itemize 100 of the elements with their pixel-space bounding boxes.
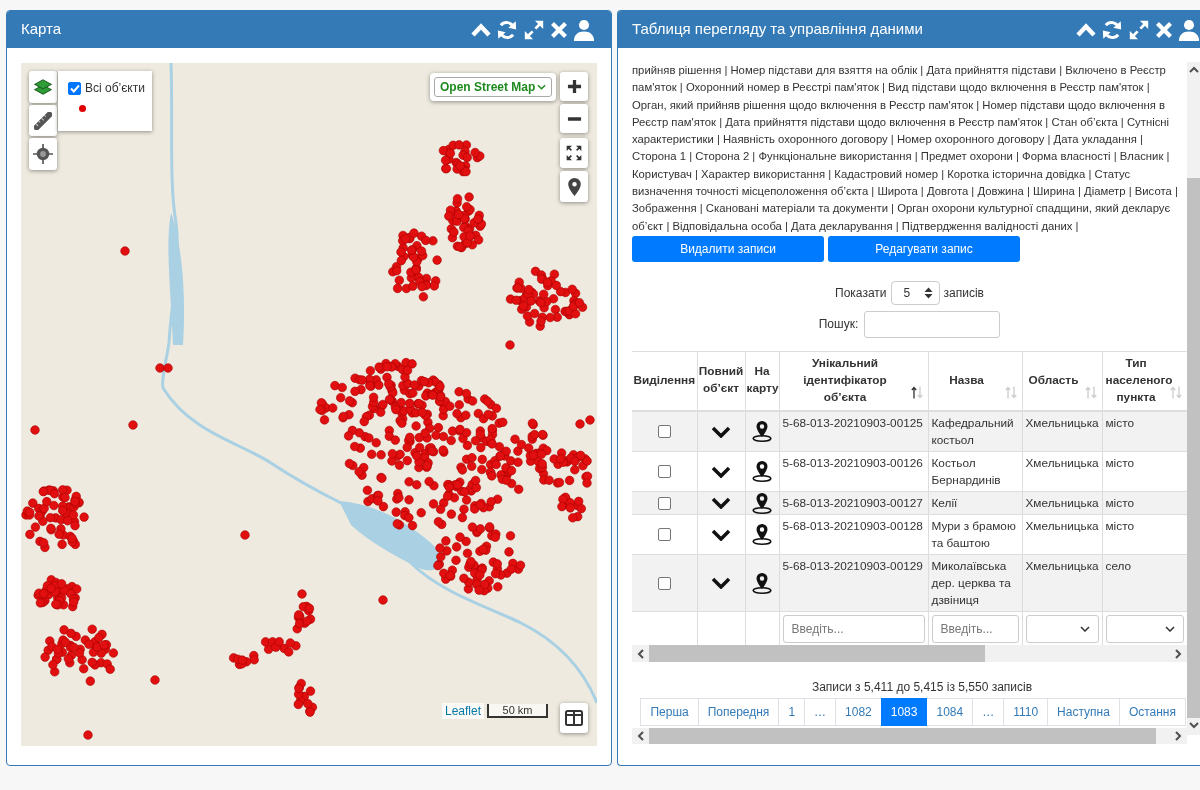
marker-cluster[interactable] bbox=[487, 417, 552, 494]
filter-input[interactable]: Введіть... bbox=[931, 614, 1019, 643]
user-icon[interactable] bbox=[573, 18, 595, 41]
map-marker[interactable] bbox=[155, 363, 165, 373]
chevron-down-icon[interactable] bbox=[711, 465, 731, 478]
user-icon[interactable] bbox=[1178, 18, 1200, 41]
marker-cluster[interactable] bbox=[557, 492, 586, 523]
marker-cluster[interactable] bbox=[444, 192, 486, 253]
checkbox[interactable] bbox=[657, 465, 671, 479]
scroll-right-icon[interactable] bbox=[1175, 731, 1182, 742]
page-link[interactable]: 1 bbox=[778, 698, 806, 727]
map-marker[interactable] bbox=[163, 363, 173, 373]
page-link[interactable]: Перша bbox=[640, 698, 699, 727]
chevron-up-icon[interactable] bbox=[471, 22, 491, 37]
marker-cluster[interactable] bbox=[21, 485, 89, 552]
search-input[interactable] bbox=[864, 310, 1001, 338]
marker-cluster[interactable] bbox=[261, 637, 301, 657]
scroll-up-icon[interactable] bbox=[1188, 66, 1199, 73]
filter-input[interactable]: Введіть... bbox=[782, 614, 925, 643]
checkbox[interactable] bbox=[657, 496, 671, 510]
map-pin-icon[interactable] bbox=[752, 571, 772, 594]
map-marker[interactable] bbox=[150, 675, 160, 685]
chevron-up-icon[interactable] bbox=[1076, 22, 1096, 37]
chevron-down-icon[interactable] bbox=[711, 425, 731, 438]
map-marker[interactable] bbox=[120, 246, 130, 256]
marker-cluster[interactable] bbox=[33, 575, 82, 612]
marker-cluster[interactable] bbox=[438, 140, 485, 177]
marker-button[interactable] bbox=[560, 171, 588, 202]
marker-cluster[interactable] bbox=[562, 298, 588, 319]
map-marker[interactable] bbox=[505, 340, 515, 350]
chevron-down-icon[interactable] bbox=[711, 528, 731, 541]
checkbox[interactable] bbox=[657, 425, 671, 439]
horizontal-scrollbar[interactable] bbox=[632, 645, 1187, 663]
map-marker[interactable] bbox=[378, 595, 388, 605]
basemap-select[interactable]: Open Street Map bbox=[434, 77, 552, 97]
map-pin-icon[interactable] bbox=[752, 460, 772, 483]
chevron-down-icon[interactable] bbox=[711, 497, 731, 510]
scroll-left-icon[interactable] bbox=[637, 731, 644, 742]
scrollbar-thumb[interactable] bbox=[649, 645, 985, 663]
action-button[interactable]: Редагувати запис bbox=[828, 235, 1020, 262]
map-pin-icon[interactable] bbox=[752, 523, 772, 546]
layer-label[interactable]: Всі об’єкти bbox=[85, 81, 145, 96]
page-link[interactable]: … bbox=[804, 698, 837, 727]
refresh-icon[interactable] bbox=[496, 18, 518, 41]
fullscreen-button[interactable] bbox=[560, 138, 588, 168]
page-link[interactable]: Наступна bbox=[1047, 698, 1120, 727]
checkbox[interactable] bbox=[68, 82, 81, 95]
marker-cluster[interactable] bbox=[433, 522, 526, 596]
marker-cluster[interactable] bbox=[315, 381, 357, 425]
marker-cluster[interactable] bbox=[505, 266, 581, 331]
column-header[interactable]: Область bbox=[1022, 351, 1102, 411]
close-icon[interactable] bbox=[550, 20, 568, 39]
checkbox[interactable] bbox=[657, 528, 671, 542]
page-link[interactable]: 1082 bbox=[835, 698, 882, 727]
column-header[interactable]: Назва bbox=[928, 351, 1022, 411]
page-link[interactable]: Попередня bbox=[697, 698, 780, 727]
measure-button[interactable] bbox=[29, 105, 57, 136]
marker-cluster[interactable] bbox=[292, 601, 316, 634]
page-link[interactable]: 1083 bbox=[880, 698, 928, 727]
marker-cluster[interactable] bbox=[229, 651, 259, 669]
split-view-button[interactable] bbox=[560, 703, 588, 733]
expand-icon[interactable] bbox=[523, 18, 545, 41]
layers-button[interactable] bbox=[29, 71, 57, 103]
vertical-scrollbar[interactable] bbox=[1187, 62, 1200, 735]
marker-cluster[interactable] bbox=[293, 678, 317, 717]
map-marker[interactable] bbox=[575, 419, 585, 429]
map-marker[interactable] bbox=[240, 530, 250, 540]
zoom-out-button[interactable] bbox=[560, 104, 588, 133]
scrollbar-thumb[interactable] bbox=[1187, 178, 1200, 718]
map-marker[interactable] bbox=[297, 589, 307, 599]
map-marker[interactable] bbox=[30, 425, 40, 435]
map-marker[interactable] bbox=[128, 420, 138, 430]
map-marker[interactable] bbox=[435, 543, 445, 553]
marker-cluster[interactable] bbox=[350, 358, 446, 418]
page-size-select[interactable]: 5 bbox=[890, 280, 940, 305]
map-pin-icon[interactable] bbox=[752, 420, 772, 443]
scroll-right-icon[interactable] bbox=[1175, 648, 1182, 659]
page-link[interactable]: Остання bbox=[1118, 698, 1186, 727]
zoom-in-button[interactable] bbox=[560, 72, 588, 101]
marker-cluster[interactable] bbox=[537, 448, 593, 488]
chevron-down-icon[interactable] bbox=[711, 577, 731, 590]
page-link[interactable]: … bbox=[972, 698, 1005, 727]
map-marker[interactable] bbox=[83, 730, 93, 740]
locate-button[interactable] bbox=[29, 138, 57, 170]
scroll-down-icon[interactable] bbox=[1188, 722, 1199, 729]
map-marker[interactable] bbox=[585, 415, 595, 425]
marker-cluster[interactable] bbox=[40, 624, 118, 686]
scroll-left-icon[interactable] bbox=[637, 648, 644, 659]
page-link[interactable]: 1110 bbox=[1003, 698, 1049, 727]
marker-cluster[interactable] bbox=[388, 228, 442, 302]
action-button[interactable]: Видалити записи bbox=[632, 235, 824, 262]
map-marker[interactable] bbox=[582, 478, 592, 488]
refresh-icon[interactable] bbox=[1101, 18, 1123, 41]
close-icon[interactable] bbox=[1155, 20, 1173, 39]
expand-icon[interactable] bbox=[1128, 18, 1150, 41]
column-header[interactable]: Унікальний ідентифікатор об’єкта bbox=[779, 351, 928, 411]
checkbox[interactable] bbox=[657, 576, 671, 590]
attribution-link[interactable]: Leaflet bbox=[442, 703, 485, 719]
page-link[interactable]: 1084 bbox=[926, 698, 974, 727]
map-pin-icon[interactable] bbox=[752, 491, 772, 514]
